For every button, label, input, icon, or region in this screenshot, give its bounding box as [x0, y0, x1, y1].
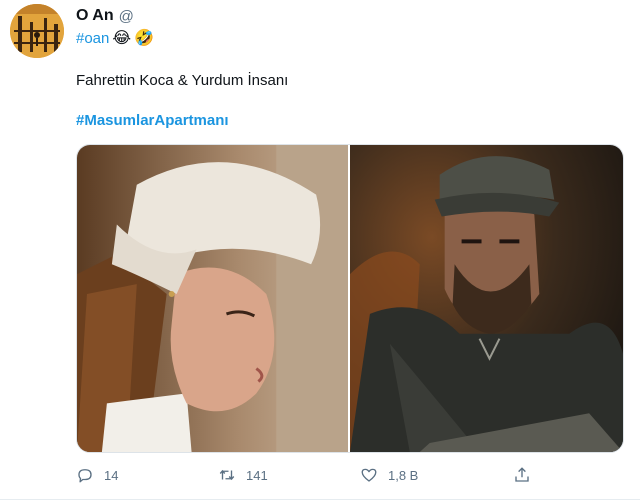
reply-count: 14 [104, 467, 119, 483]
author-display-name[interactable]: O An [76, 7, 114, 25]
author-row: O An @ [76, 6, 134, 26]
like-button[interactable]: 1,8 B [360, 462, 418, 488]
retweet-button[interactable]: 141 [218, 462, 268, 488]
media-grid [76, 144, 624, 453]
retweet-count: 141 [246, 467, 268, 483]
header-hashtag-row: #oan 😂 🤣 [76, 27, 154, 49]
media-image-man-cap[interactable] [350, 145, 623, 452]
rolling-laughing-emoji: 🤣 [134, 28, 154, 47]
tweet-actions: 14 141 1,8 B [76, 462, 556, 488]
share-button[interactable] [513, 462, 531, 488]
media-image-woman-headscarf[interactable] [77, 145, 348, 452]
like-count: 1,8 B [388, 467, 419, 483]
reply-button[interactable]: 14 [76, 462, 118, 488]
retweet-arrows-icon [219, 469, 235, 481]
tweet-card[interactable]: O An @ #oan 😂 🤣 Fahrettin Koca & Yurdum … [0, 0, 640, 500]
tweet-text: Fahrettin Koca & Yurdum İnsanı [76, 72, 289, 89]
avatar[interactable] [10, 4, 64, 58]
reply-bubble-icon [78, 469, 92, 483]
share-upload-icon [515, 467, 529, 482]
header-hashtag-link[interactable]: #oan [76, 30, 109, 47]
tears-of-joy-emoji: 😂 [112, 28, 132, 47]
tweet-hashtag-link[interactable]: #MasumlarApartmanı [76, 112, 229, 129]
author-handle[interactable]: @ [119, 8, 134, 25]
heart-icon [361, 468, 377, 482]
